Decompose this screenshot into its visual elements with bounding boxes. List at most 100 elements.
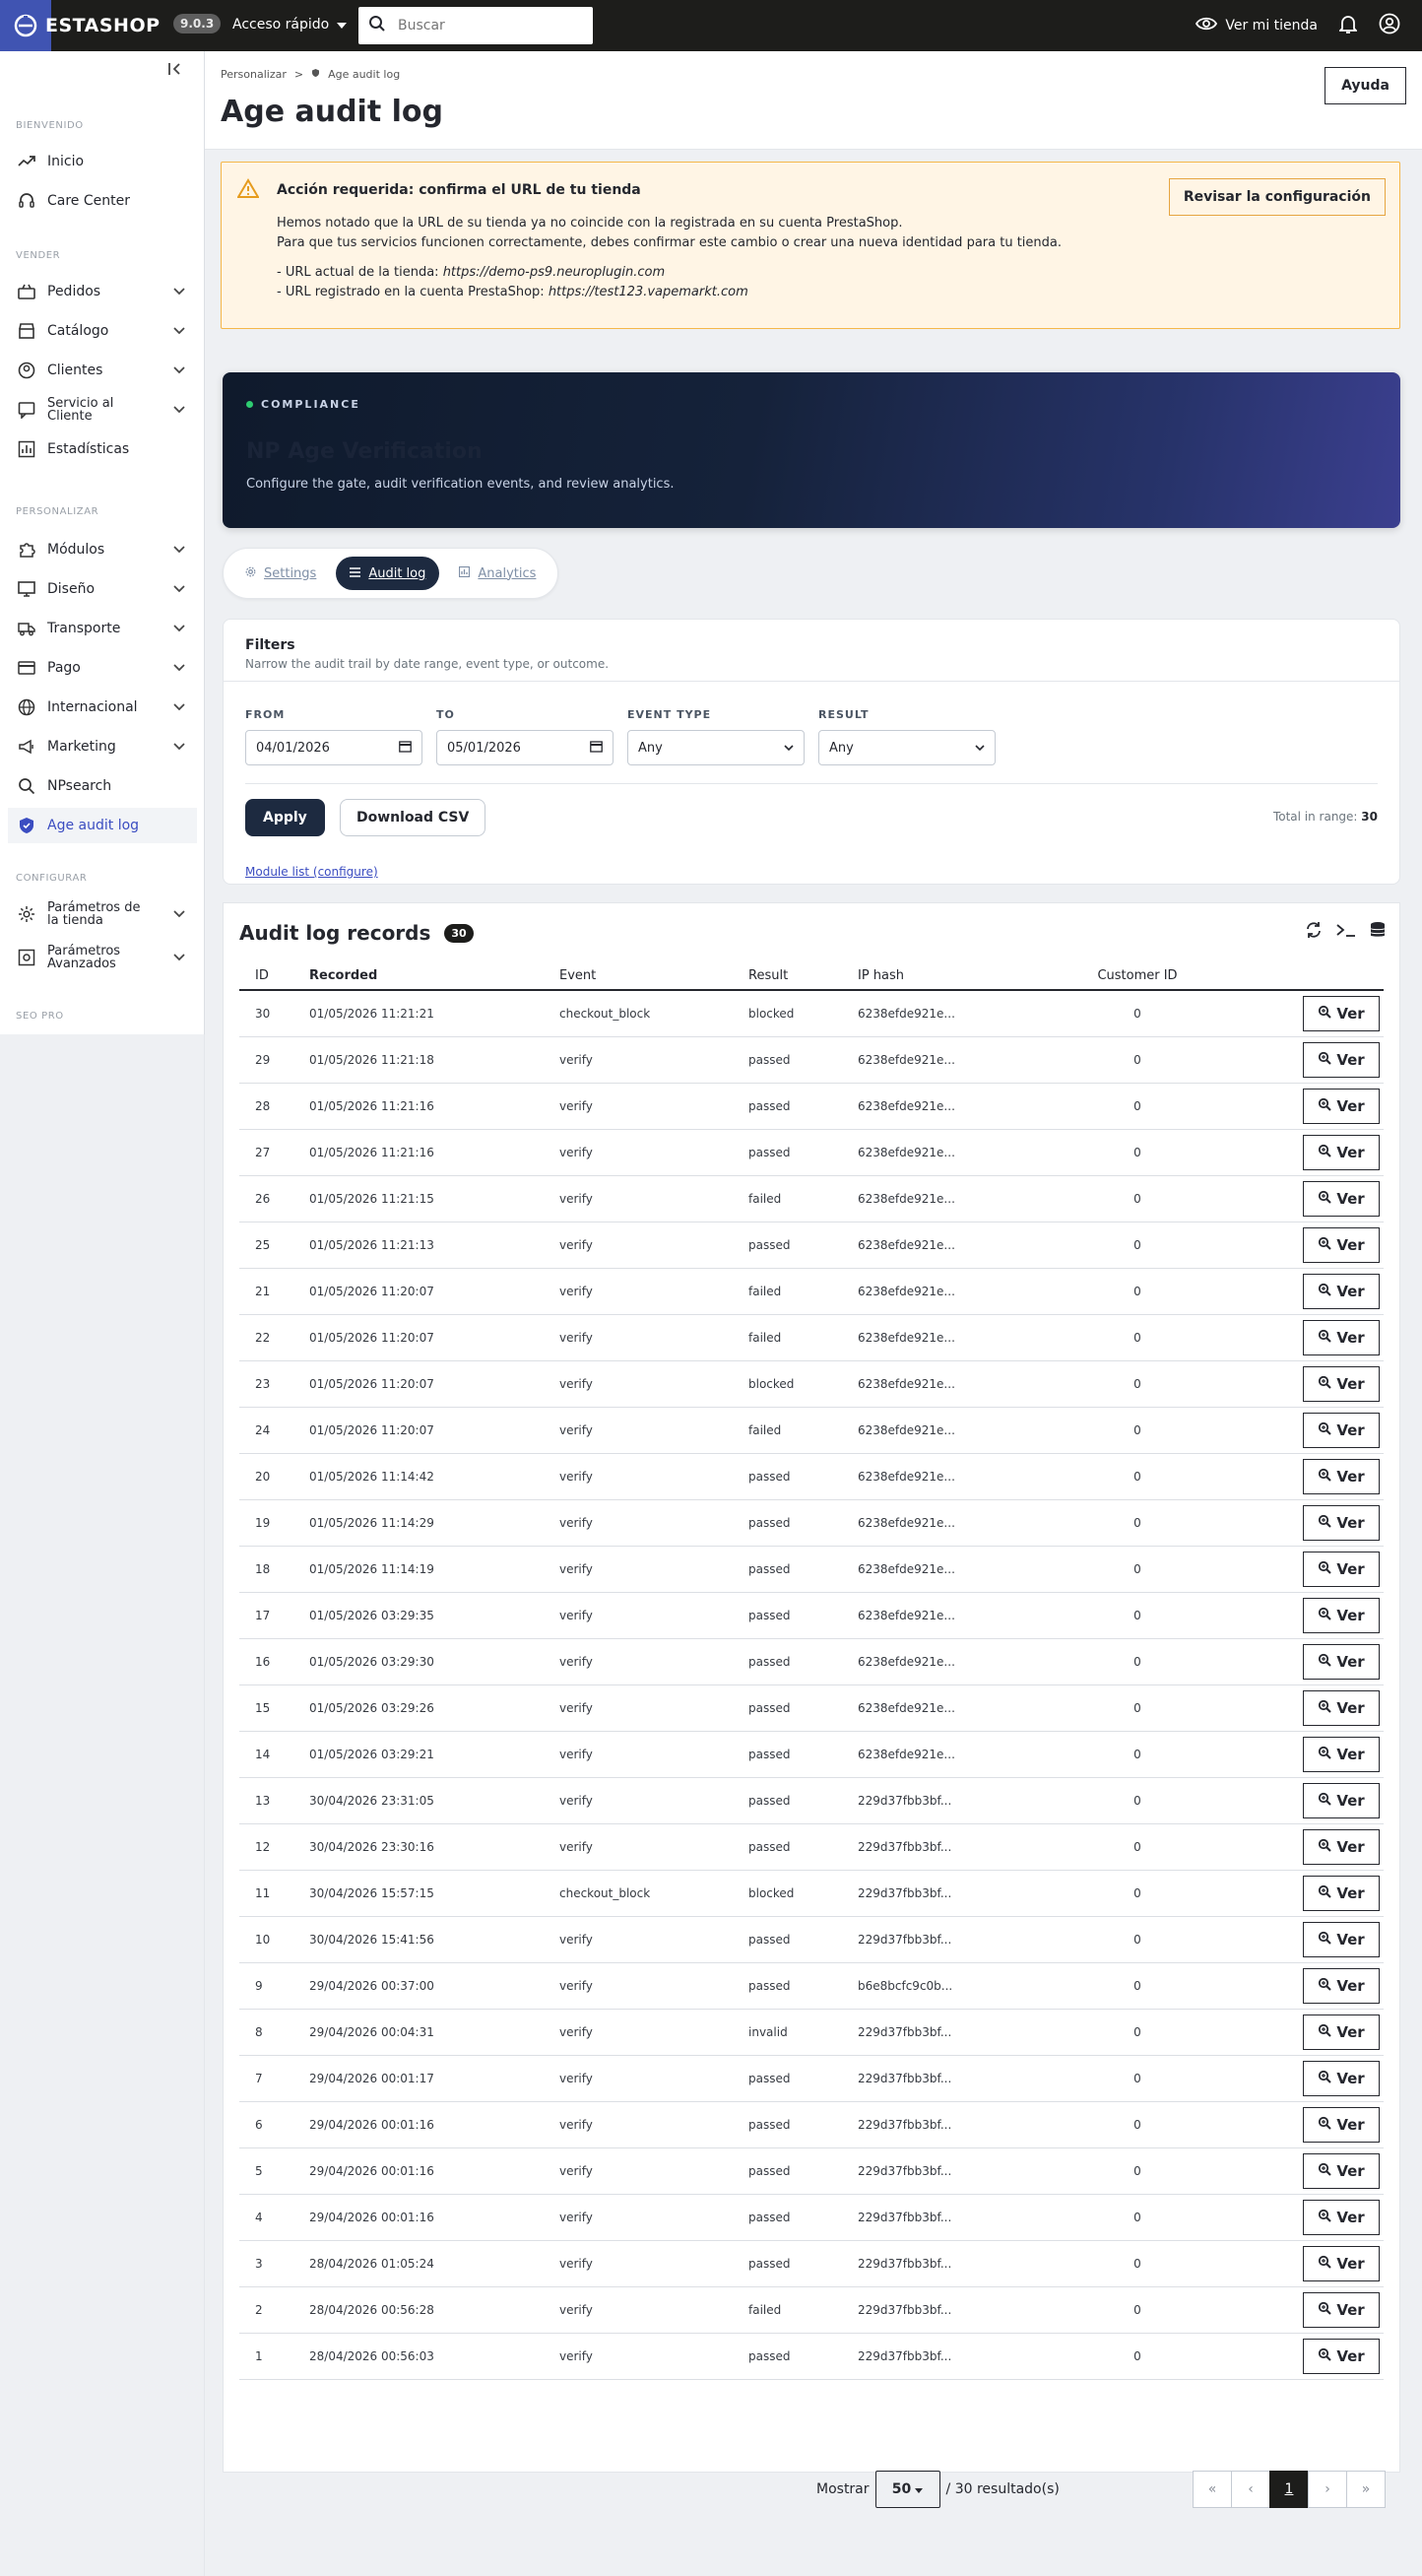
from-date-input[interactable]: 04/01/2026: [245, 730, 422, 765]
previous-page-button[interactable]: ‹: [1231, 2471, 1270, 2508]
cell-actions: Ver: [1216, 1036, 1384, 1084]
sidebar-item-pedidos[interactable]: Pedidos: [8, 274, 197, 309]
to-date-input[interactable]: 05/01/2026: [436, 730, 614, 765]
tab-audit-log[interactable]: Audit log: [336, 557, 440, 590]
database-icon[interactable]: [1370, 921, 1386, 943]
sidebar-item-marketing[interactable]: Marketing: [8, 729, 197, 764]
next-page-button[interactable]: ›: [1308, 2471, 1347, 2508]
view-button[interactable]: Ver: [1303, 1875, 1380, 1911]
quick-access-dropdown[interactable]: Acceso rápido: [232, 17, 348, 33]
view-button[interactable]: Ver: [1303, 1828, 1380, 1865]
view-button[interactable]: Ver: [1303, 1967, 1380, 2004]
view-button[interactable]: Ver: [1303, 1689, 1380, 1726]
cell-result: passed: [733, 1222, 842, 1269]
sidebar-item-modulos[interactable]: Módulos: [8, 532, 197, 567]
view-button-label: Ver: [1336, 1791, 1365, 1810]
cell-actions: Ver: [1216, 2240, 1384, 2287]
event-type-select[interactable]: Any: [627, 730, 805, 765]
help-button[interactable]: Ayuda: [1325, 67, 1406, 104]
view-button[interactable]: Ver: [1303, 1504, 1380, 1541]
first-page-button[interactable]: «: [1193, 2471, 1232, 2508]
cell-ip-hash: 6238efde921e...: [842, 1592, 1059, 1639]
page-header: Personalizar > Age audit log Age audit l…: [205, 51, 1422, 150]
cell-event: verify: [544, 2194, 733, 2241]
current-page-button[interactable]: 1: [1269, 2471, 1309, 2508]
breadcrumb-parent-link[interactable]: Personalizar: [221, 68, 287, 81]
cell-ip-hash: 229d37fbb3bf...: [842, 1916, 1059, 1963]
view-button[interactable]: Ver: [1303, 2152, 1380, 2189]
sidebar-item-estadisticas[interactable]: Estadísticas: [8, 431, 197, 467]
view-button[interactable]: Ver: [1303, 1088, 1380, 1124]
sidebar-item-inicio[interactable]: Inicio: [8, 144, 197, 179]
module-list-link[interactable]: Module list (configure): [245, 865, 378, 879]
view-button[interactable]: Ver: [1303, 2106, 1380, 2143]
account-icon[interactable]: [1379, 13, 1400, 38]
view-button[interactable]: Ver: [1303, 1134, 1380, 1170]
tab-settings[interactable]: Settings: [231, 557, 330, 590]
view-button[interactable]: Ver: [1303, 1782, 1380, 1818]
view-button[interactable]: Ver: [1303, 2060, 1380, 2096]
refresh-icon[interactable]: [1305, 921, 1323, 943]
column-result[interactable]: Result: [733, 962, 842, 991]
event-type-value: Any: [638, 740, 663, 756]
apply-button[interactable]: Apply: [245, 799, 325, 836]
view-button[interactable]: Ver: [1303, 1319, 1380, 1355]
view-button[interactable]: Ver: [1303, 2338, 1380, 2374]
column-ip-hash[interactable]: IP hash: [842, 962, 1059, 991]
view-button[interactable]: Ver: [1303, 1597, 1380, 1633]
sidebar-item-parametros-avanzados[interactable]: Parámetros Avanzados: [8, 938, 197, 977]
bell-icon[interactable]: [1337, 14, 1359, 37]
view-button[interactable]: Ver: [1303, 1458, 1380, 1494]
review-settings-button[interactable]: Revisar la configuración: [1168, 178, 1386, 216]
last-page-button[interactable]: »: [1346, 2471, 1386, 2508]
sidebar-item-care-center[interactable]: Care Center: [8, 183, 197, 219]
sidebar-item-npsearch[interactable]: NPsearch: [8, 768, 197, 804]
zoom-icon: [1318, 1746, 1332, 1763]
view-button[interactable]: Ver: [1303, 1643, 1380, 1680]
sidebar-item-catalogo[interactable]: Catálogo: [8, 313, 197, 349]
view-button[interactable]: Ver: [1303, 1736, 1380, 1772]
view-button[interactable]: Ver: [1303, 1921, 1380, 1957]
per-page-select[interactable]: 50: [874, 2471, 940, 2508]
view-button[interactable]: Ver: [1303, 1180, 1380, 1217]
view-button[interactable]: Ver: [1303, 1041, 1380, 1078]
download-csv-button[interactable]: Download CSV: [340, 799, 486, 836]
search-input[interactable]: [398, 18, 575, 33]
view-button[interactable]: Ver: [1303, 2245, 1380, 2281]
tab-analytics[interactable]: Analytics: [445, 557, 549, 590]
collapse-sidebar-icon[interactable]: [167, 61, 183, 81]
column-recorded[interactable]: Recorded: [293, 962, 544, 991]
prestashop-logo[interactable]: ESTASHOP: [0, 0, 160, 51]
view-button[interactable]: Ver: [1303, 2291, 1380, 2328]
view-button[interactable]: Ver: [1303, 995, 1380, 1031]
sidebar-item-servicio-cliente[interactable]: Servicio al Cliente: [8, 392, 197, 428]
sidebar-item-label: Inicio: [47, 154, 85, 169]
calendar-icon[interactable]: [590, 740, 603, 757]
result-select[interactable]: Any: [818, 730, 996, 765]
view-button[interactable]: Ver: [1303, 2199, 1380, 2235]
view-button[interactable]: Ver: [1303, 1273, 1380, 1309]
column-id[interactable]: ID: [239, 962, 293, 991]
sidebar-item-transporte[interactable]: Transporte: [8, 611, 197, 646]
terminal-icon[interactable]: [1336, 922, 1356, 942]
column-event[interactable]: Event: [544, 962, 733, 991]
cell-result: passed: [733, 2240, 842, 2287]
view-button[interactable]: Ver: [1303, 1551, 1380, 1587]
cell-ip-hash: 6238efde921e...: [842, 990, 1059, 1037]
view-button[interactable]: Ver: [1303, 1226, 1380, 1263]
cell-recorded: 01/05/2026 11:21:16: [293, 1129, 544, 1176]
view-button[interactable]: Ver: [1303, 1365, 1380, 1402]
calendar-icon[interactable]: [399, 740, 412, 757]
sidebar-item-diseno[interactable]: Diseño: [8, 571, 197, 607]
sidebar-item-pago[interactable]: Pago: [8, 650, 197, 686]
cell-customer-id: 0: [1059, 2009, 1216, 2056]
view-button[interactable]: Ver: [1303, 1412, 1380, 1448]
column-customer-id[interactable]: Customer ID: [1059, 962, 1216, 991]
view-button[interactable]: Ver: [1303, 2014, 1380, 2050]
sidebar-item-clientes[interactable]: Clientes: [8, 353, 197, 388]
sidebar-item-internacional[interactable]: Internacional: [8, 690, 197, 725]
view-store-link[interactable]: Ver mi tienda: [1196, 16, 1318, 35]
sidebar-item-age-audit-log[interactable]: Age audit log: [8, 808, 197, 843]
table-row: 1 28/04/2026 00:56:03 verify passed 229d37fb…: [239, 2333, 1384, 2380]
sidebar-item-parametros-tienda[interactable]: Parámetros de la tienda: [8, 894, 197, 934]
